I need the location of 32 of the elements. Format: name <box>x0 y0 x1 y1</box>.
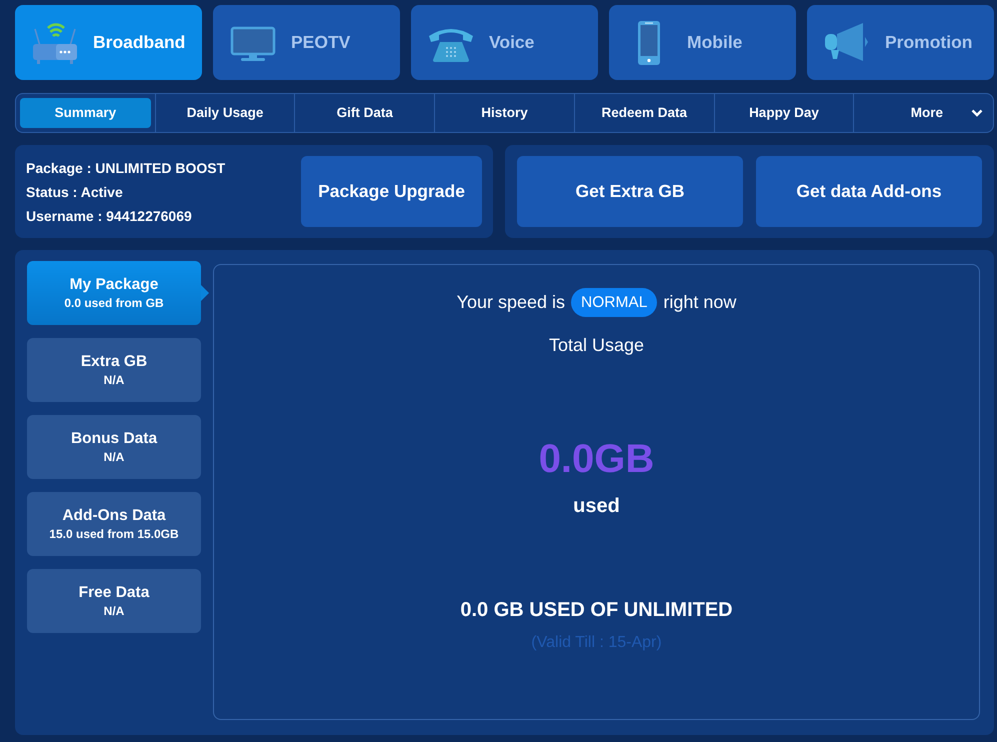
service-tab[interactable]: Broadband <box>15 5 202 80</box>
data-bucket-item[interactable]: Free Data N/A <box>27 569 201 633</box>
data-bucket-item[interactable]: Bonus Data N/A <box>27 415 201 479</box>
usage-amount: 0.0GB <box>538 436 654 483</box>
service-tab[interactable]: Mobile <box>609 5 796 80</box>
more-dropdown[interactable]: More <box>858 98 990 128</box>
package-upgrade-button[interactable]: Package Upgrade <box>301 156 482 227</box>
sub-tab[interactable]: Gift Data <box>299 98 430 128</box>
action-button[interactable]: Get data Add-ons <box>756 156 982 227</box>
usage-amount-label: used <box>573 494 620 519</box>
sub-tab[interactable]: History <box>439 98 570 128</box>
usage-summary: 0.0 GB USED OF UNLIMITED <box>460 598 733 623</box>
speed-text: Your speed is <box>456 291 566 314</box>
speed-text: right now <box>663 291 736 314</box>
data-bucket-item[interactable]: Add-Ons Data 15.0 used from 15.0GB <box>27 492 201 556</box>
speed-badge: NORMAL <box>571 288 658 317</box>
pointer-icon <box>201 285 209 301</box>
data-bucket-item[interactable]: My Package 0.0 used from GB <box>27 261 201 325</box>
service-tab[interactable]: Promotion <box>807 5 994 80</box>
account-detail: Package : UNLIMITED BOOST <box>26 158 226 176</box>
account-detail: Status : Active <box>26 182 124 200</box>
sub-tab[interactable]: Happy Day <box>718 98 850 128</box>
service-tab[interactable]: Voice <box>411 5 598 80</box>
data-bucket-item[interactable]: Extra GB N/A <box>27 338 201 402</box>
sub-tab[interactable]: Redeem Data <box>578 98 710 128</box>
account-detail: Username : 94412276069 <box>26 206 193 224</box>
chevron-down-icon <box>971 109 984 117</box>
service-tab[interactable]: PEOTV <box>213 5 400 80</box>
total-usage-heading: Total Usage <box>548 334 644 357</box>
sub-tab[interactable]: Summary <box>20 98 151 128</box>
action-button[interactable]: Get Extra GB <box>517 156 743 227</box>
sub-tab[interactable]: Daily Usage <box>160 98 290 128</box>
